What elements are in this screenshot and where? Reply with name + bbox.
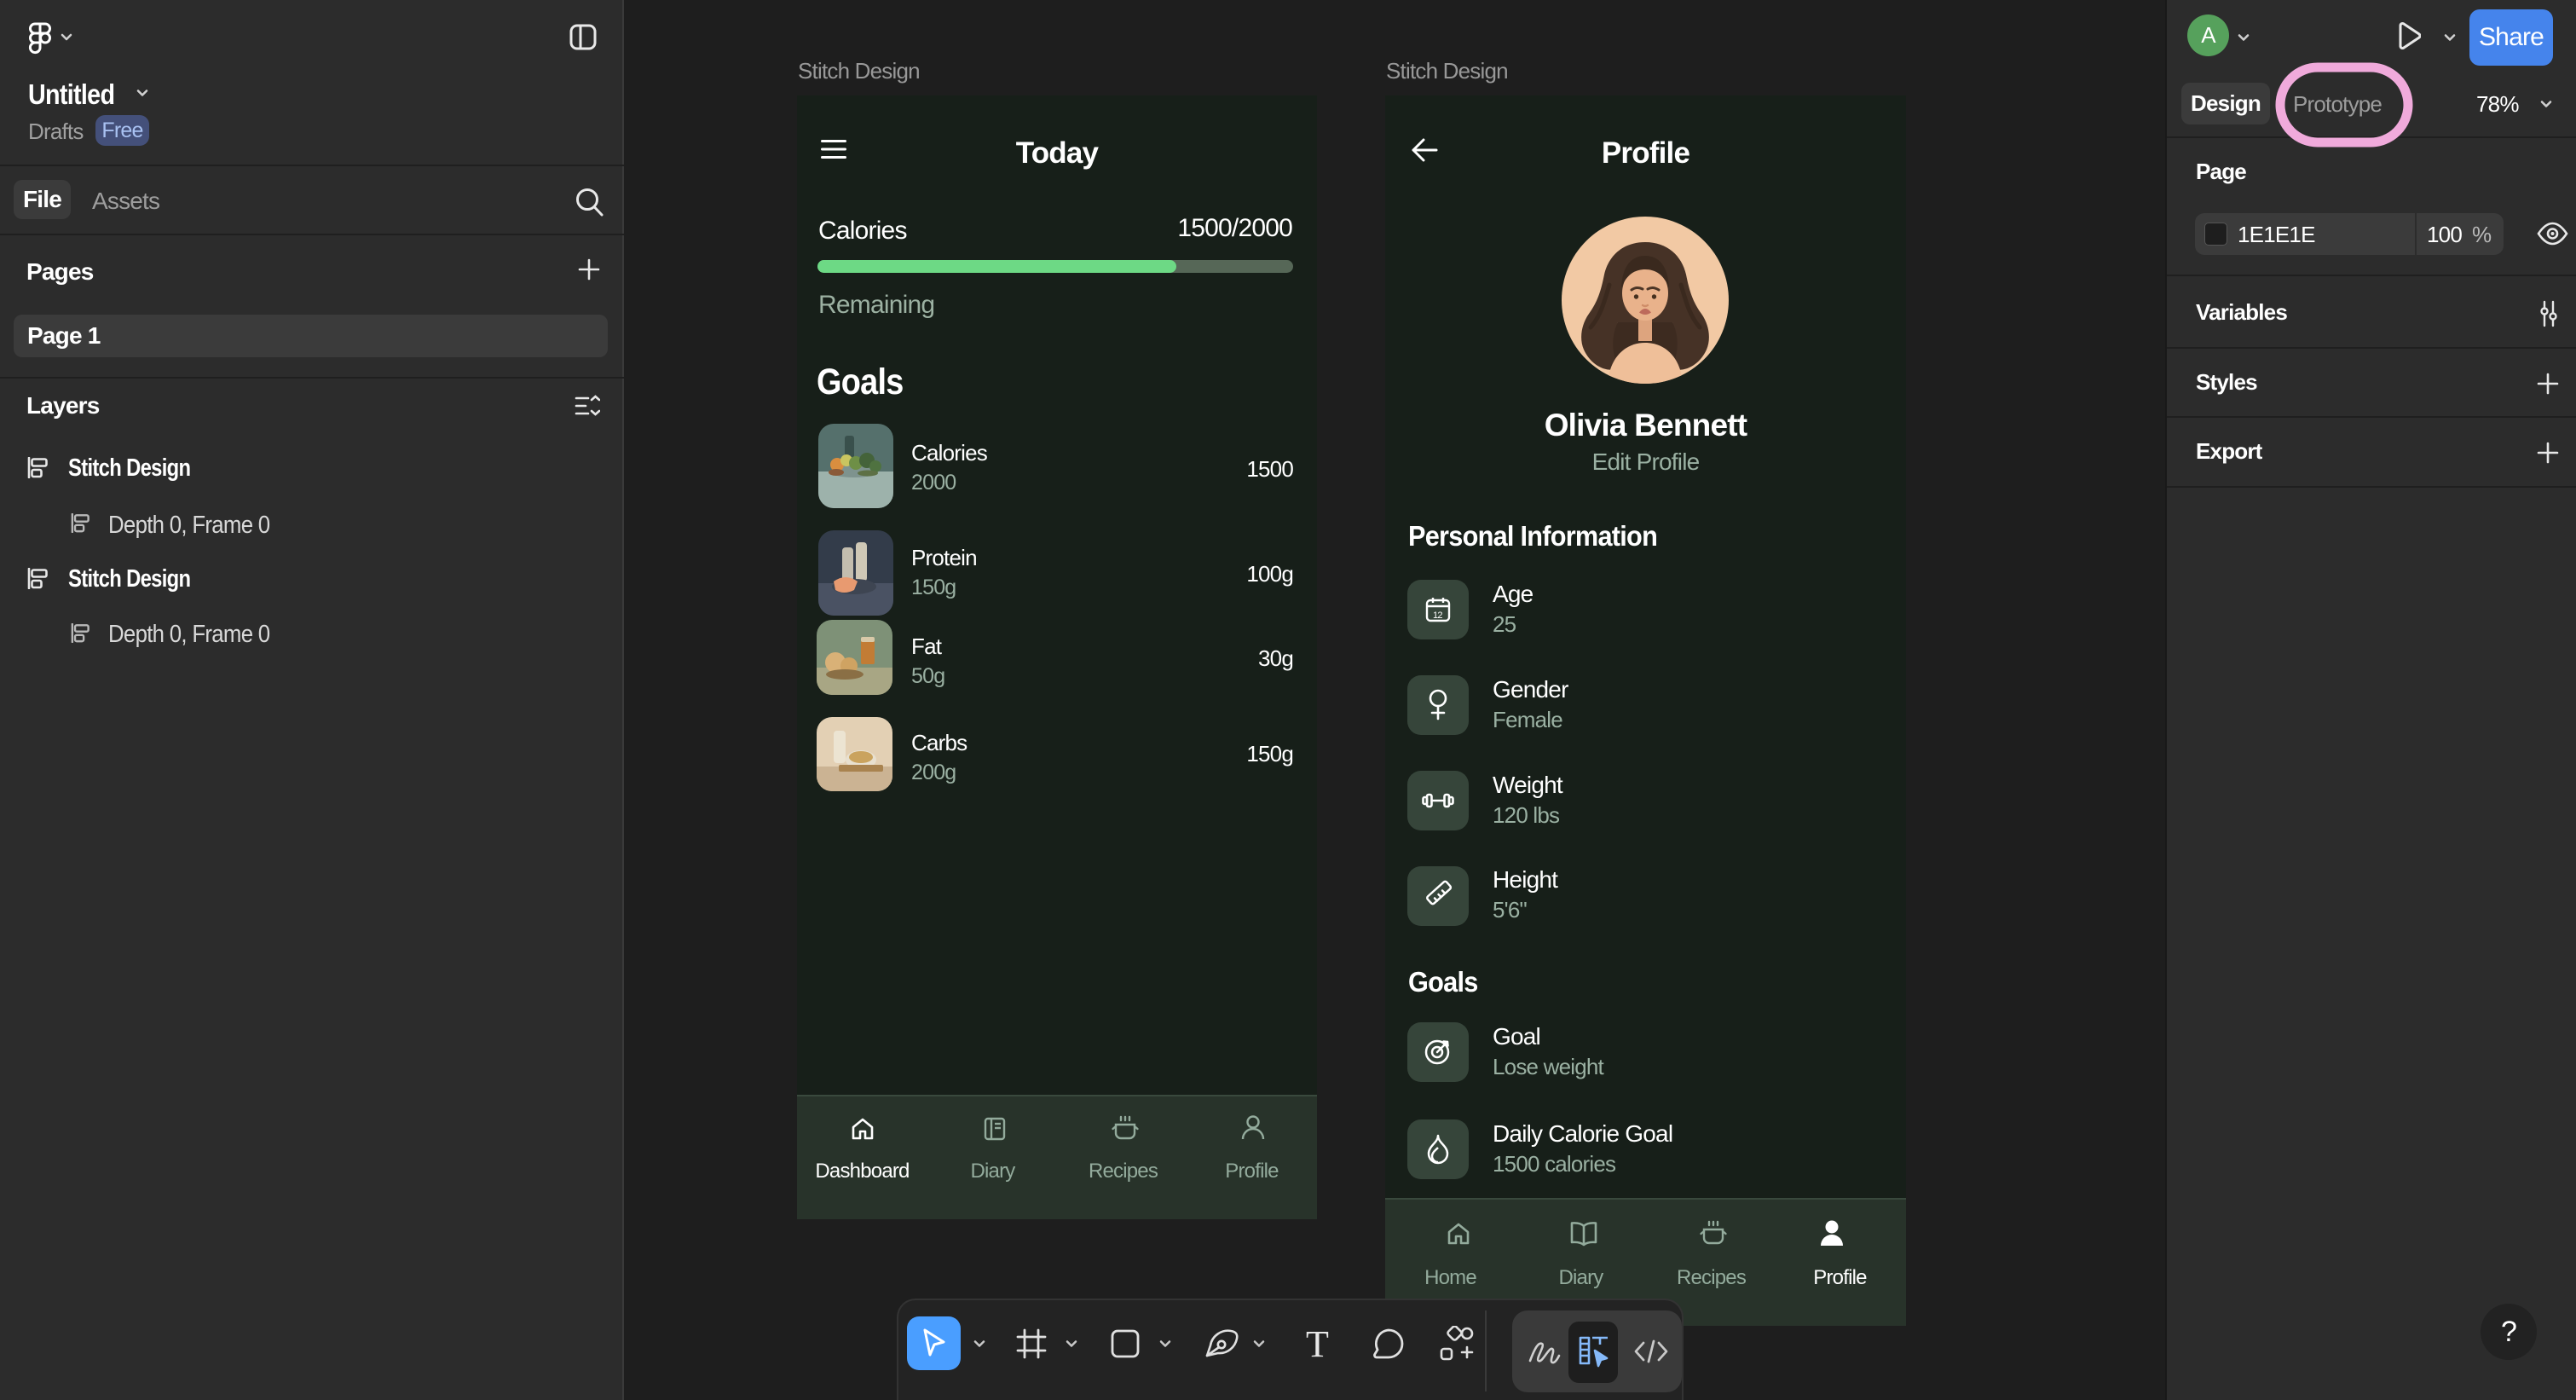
svg-text:12: 12 [1433, 610, 1442, 621]
